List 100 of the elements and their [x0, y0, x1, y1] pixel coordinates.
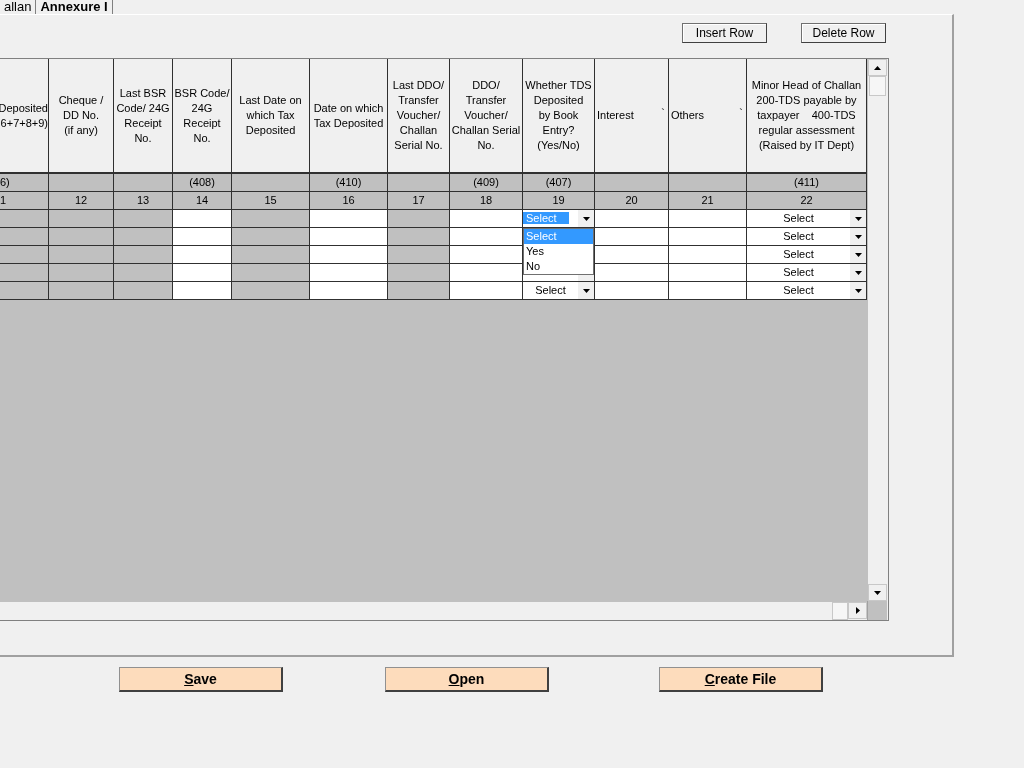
table-cell [114, 246, 173, 264]
table-cell [114, 282, 173, 300]
table-cell: 22 [747, 192, 867, 210]
table-cell: 19 [523, 192, 595, 210]
input-field[interactable] [450, 246, 523, 264]
table-cell [114, 264, 173, 282]
input-field[interactable] [595, 228, 669, 246]
input-field[interactable] [450, 264, 523, 282]
table-cell: (410) [310, 174, 388, 192]
input-field[interactable] [450, 210, 523, 228]
column-header: Others [670, 108, 704, 123]
caret-icon [582, 288, 590, 293]
input-field[interactable] [669, 246, 747, 264]
table-cell [388, 228, 450, 246]
dropdown-option[interactable]: No [524, 259, 593, 274]
table-cell [388, 264, 450, 282]
table-cell [388, 246, 450, 264]
table-cell: 17 [388, 192, 450, 210]
input-field[interactable] [595, 264, 669, 282]
input-field[interactable] [310, 228, 388, 246]
scrollbar-thumb[interactable] [832, 602, 848, 620]
caret-icon [582, 216, 590, 221]
column-header: Last DDO/ Transfer Voucher/ Challan Serial No. [392, 78, 445, 153]
table-cell: 21 [669, 192, 747, 210]
input-field[interactable] [450, 282, 523, 300]
caret-icon [854, 288, 862, 293]
table-cell: (409) [450, 174, 523, 192]
table-cell [114, 210, 173, 228]
table-cell: 12 [49, 192, 114, 210]
column-header: Deposited 6+7+8+9) [0, 100, 48, 131]
table-cell [0, 264, 49, 282]
table-cell [0, 246, 49, 264]
tab[interactable]: allan [0, 0, 37, 14]
caret-icon [854, 252, 862, 257]
action-button[interactable]: Save [119, 667, 283, 692]
column-header: Cheque / DD No. (if any) [58, 93, 104, 138]
table-cell: (407) [523, 174, 595, 192]
input-field[interactable] [310, 210, 388, 228]
input-field[interactable] [173, 282, 232, 300]
table-cell: (411) [747, 174, 867, 192]
input-field[interactable] [595, 246, 669, 264]
column-header: Minor Head of Challan 200-TDS payable by taxpayer 400-TDS regular assessment (Raised by IT Dept) [751, 78, 862, 153]
action-button[interactable]: Create File [659, 667, 823, 692]
column-header: Last Date on which Tax Deposited [239, 93, 302, 138]
input-field[interactable] [173, 228, 232, 246]
input-field[interactable] [173, 246, 232, 264]
input-field[interactable] [173, 210, 232, 228]
caret-icon [854, 270, 862, 275]
column-header: Date on which Tax Deposited [313, 100, 384, 131]
table-cell: 6) [0, 174, 49, 192]
table-cell [49, 210, 114, 228]
input-field[interactable] [669, 264, 747, 282]
table-cell: 18 [450, 192, 523, 210]
table-cell: 14 [173, 192, 232, 210]
input-field[interactable] [450, 228, 523, 246]
header-mark: ` [661, 107, 665, 119]
column-header: Interest [596, 108, 634, 123]
input-field[interactable] [669, 228, 747, 246]
table-cell [49, 246, 114, 264]
scroll-down-icon[interactable] [874, 590, 881, 595]
input-field[interactable] [310, 246, 388, 264]
dropdown-option[interactable]: Yes [524, 244, 593, 259]
scrollbar-thumb[interactable] [869, 76, 886, 96]
input-field[interactable] [669, 282, 747, 300]
input-field[interactable] [310, 282, 388, 300]
input-field[interactable] [669, 210, 747, 228]
header-mark: ` [739, 107, 743, 119]
column-header: BSR Code/ 24G Receipt No. [174, 85, 230, 146]
table-cell [0, 228, 49, 246]
vertical-scrollbar[interactable] [867, 59, 887, 601]
horizontal-scrollbar[interactable] [0, 601, 867, 620]
table-cell: 20 [595, 192, 669, 210]
table-cell [114, 228, 173, 246]
scroll-right-icon[interactable] [855, 607, 860, 614]
toolbar-button[interactable]: Delete Row [801, 23, 886, 43]
table-cell: 16 [310, 192, 388, 210]
table-cell: 15 [232, 192, 310, 210]
action-button[interactable]: Open [385, 667, 549, 692]
table-cell: 13 [114, 192, 173, 210]
input-field[interactable] [595, 210, 669, 228]
caret-icon [854, 216, 862, 221]
tab[interactable]: Annexure I [36, 0, 113, 14]
toolbar-button[interactable]: Insert Row [682, 23, 767, 43]
scrollbar-corner [867, 601, 887, 620]
column-header: Last BSR Code/ 24G Receipt No. [116, 85, 170, 146]
table-cell: (408) [173, 174, 232, 192]
input-field[interactable] [595, 282, 669, 300]
input-field[interactable] [173, 264, 232, 282]
table-cell [49, 264, 114, 282]
table-cell [49, 282, 114, 300]
table-cell [388, 282, 450, 300]
input-field[interactable] [310, 264, 388, 282]
scroll-up-icon[interactable] [874, 65, 881, 70]
table-cell [0, 210, 49, 228]
column-header: Whether TDS Deposited by Book Entry? (Yes/No) [525, 78, 592, 153]
table-cell [49, 228, 114, 246]
table-cell: 1 [0, 192, 49, 210]
table-cell [388, 210, 450, 228]
column-header: DDO/ Transfer Voucher/ Challan Serial No. [451, 78, 521, 153]
caret-icon [854, 234, 862, 239]
